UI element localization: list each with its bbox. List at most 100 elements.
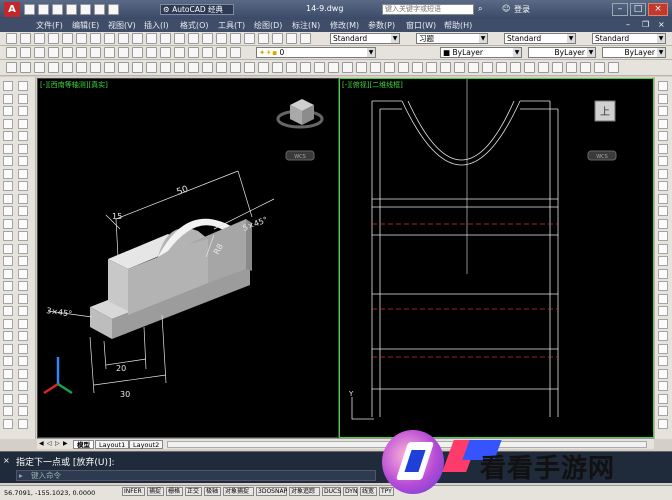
draw-tool-21-1[interactable] [3, 331, 13, 341]
tab-nav-last-icon[interactable]: ▶ [63, 440, 68, 447]
view-tool-button-13[interactable] [174, 62, 185, 73]
draw-tool-6-2[interactable] [18, 143, 28, 154]
modify-tool-6-1[interactable] [658, 143, 668, 154]
status-toggle-6[interactable]: 对象捕捉 [223, 487, 254, 496]
print-icon[interactable] [80, 4, 91, 15]
user-icon[interactable]: ☺ [502, 4, 512, 15]
layer-tool-button-4[interactable] [48, 47, 59, 58]
dimension-tool-button-11[interactable] [146, 33, 157, 44]
draw-tool-21-2[interactable] [18, 331, 28, 341]
draw-tool-22-1[interactable] [3, 343, 13, 354]
view-tool-button-30[interactable] [412, 62, 423, 73]
draw-tool-26-1[interactable] [3, 393, 13, 404]
layer-tool-button-11[interactable] [146, 47, 157, 58]
view-tool-button-32[interactable] [440, 62, 451, 73]
draw-tool-2-2[interactable] [18, 93, 28, 104]
draw-tool-4-1[interactable] [3, 118, 13, 129]
draw-tool-16-2[interactable] [18, 268, 28, 279]
view-tool-button-40[interactable] [552, 62, 563, 73]
draw-tool-7-2[interactable] [18, 156, 28, 166]
open-icon[interactable] [38, 4, 49, 15]
status-toggle-4[interactable]: 正交 [185, 487, 202, 496]
modify-tool-13-1[interactable] [658, 231, 668, 241]
view-tool-button-8[interactable] [104, 62, 115, 73]
draw-tool-20-2[interactable] [18, 318, 28, 329]
menu-help[interactable]: 帮助(H) [444, 20, 472, 31]
layer-select[interactable]: ✦☀▪ 0 ▼ [256, 47, 376, 58]
draw-tool-16-1[interactable] [3, 268, 13, 279]
modify-tool-26-1[interactable] [658, 393, 668, 404]
modify-tool-20-1[interactable] [658, 318, 668, 329]
draw-tool-3-1[interactable] [3, 106, 13, 116]
layer-tool-button-13[interactable] [174, 47, 185, 58]
menu-insert[interactable]: 插入(I) [144, 20, 169, 31]
draw-tool-23-2[interactable] [18, 356, 28, 366]
status-toggle-10[interactable]: DYN [343, 487, 358, 496]
view-tool-button-39[interactable] [538, 62, 549, 73]
dimension-tool-button-20[interactable] [272, 33, 283, 44]
draw-tool-19-1[interactable] [3, 306, 13, 316]
menu-parametric[interactable]: 参数(P) [368, 20, 395, 31]
command-input[interactable]: ▸ 键入命令 [16, 470, 376, 481]
layer-tool-button-9[interactable] [118, 47, 129, 58]
minimize-icon[interactable]: – [612, 3, 628, 16]
draw-tool-22-2[interactable] [18, 343, 28, 354]
tab-nav-first-icon[interactable]: ◀ [39, 440, 44, 447]
layer-tool-button-7[interactable] [90, 47, 101, 58]
login-link[interactable]: 登录 [514, 4, 530, 15]
draw-tool-5-2[interactable] [18, 131, 28, 141]
view-tool-button-38[interactable] [524, 62, 535, 73]
view-tool-button-44[interactable] [608, 62, 619, 73]
view-tool-button-28[interactable] [384, 62, 395, 73]
status-toggle-9[interactable]: DUCS [322, 487, 341, 496]
modify-tool-11-1[interactable] [658, 206, 668, 216]
draw-tool-13-2[interactable] [18, 231, 28, 241]
view-tool-button-34[interactable] [468, 62, 479, 73]
view-tool-button-27[interactable] [370, 62, 381, 73]
tab-layout1[interactable]: Layout1 [95, 440, 130, 449]
view-tool-button-24[interactable] [328, 62, 339, 73]
layer-tool-button-14[interactable] [188, 47, 199, 58]
modify-tool-12-1[interactable] [658, 218, 668, 229]
modify-tool-3-1[interactable] [658, 106, 668, 116]
maximize-icon[interactable]: □ [630, 3, 646, 16]
modify-tool-1-1[interactable] [658, 81, 668, 91]
draw-tool-27-1[interactable] [3, 406, 13, 416]
view-tool-button-26[interactable] [356, 62, 367, 73]
status-toggle-11[interactable]: 线宽 [360, 487, 377, 496]
dimension-tool-button-21[interactable] [286, 33, 297, 44]
tab-nav-next-icon[interactable]: ▷ [55, 440, 60, 447]
menu-modify[interactable]: 修改(M) [330, 20, 359, 31]
draw-tool-18-2[interactable] [18, 293, 28, 304]
doc-restore-icon[interactable]: ❐ [642, 20, 649, 29]
viewport-southwest-isometric[interactable]: [-][西南等轴测][真实] WCS 50 15 5×45° R8 3×45° … [37, 78, 339, 438]
view-tool-button-29[interactable] [398, 62, 409, 73]
draw-tool-8-1[interactable] [3, 168, 13, 179]
layer-tool-button-17[interactable] [230, 47, 241, 58]
doc-minimize-icon[interactable]: – [626, 20, 630, 29]
modify-tool-7-1[interactable] [658, 156, 668, 166]
dimension-tool-button-9[interactable] [118, 33, 129, 44]
modify-tool-19-1[interactable] [658, 306, 668, 316]
view-tool-button-10[interactable] [132, 62, 143, 73]
viewcube-icon[interactable]: 上 WCS [587, 100, 617, 161]
menu-file[interactable]: 文件(F) [36, 20, 63, 31]
save-as-icon[interactable] [66, 4, 77, 15]
view-tool-button-1[interactable] [6, 62, 17, 73]
view-tool-button-14[interactable] [188, 62, 199, 73]
layer-tool-button-5[interactable] [62, 47, 73, 58]
modify-tool-9-1[interactable] [658, 181, 668, 191]
draw-tool-15-2[interactable] [18, 256, 28, 266]
dimension-tool-button-18[interactable] [244, 33, 255, 44]
draw-tool-24-1[interactable] [3, 368, 13, 379]
draw-tool-10-2[interactable] [18, 193, 28, 204]
draw-tool-10-1[interactable] [3, 193, 13, 204]
menu-view[interactable]: 视图(V) [108, 20, 136, 31]
modify-tool-27-1[interactable] [658, 406, 668, 416]
dimension-tool-button-8[interactable] [104, 33, 115, 44]
draw-tool-24-2[interactable] [18, 368, 28, 379]
dimension-tool-button-1[interactable] [6, 33, 17, 44]
linetype-select[interactable]: ByLayer ▼ [528, 47, 596, 58]
search-input[interactable]: 键入关键字或短语 [382, 4, 474, 15]
draw-tool-4-2[interactable] [18, 118, 28, 129]
